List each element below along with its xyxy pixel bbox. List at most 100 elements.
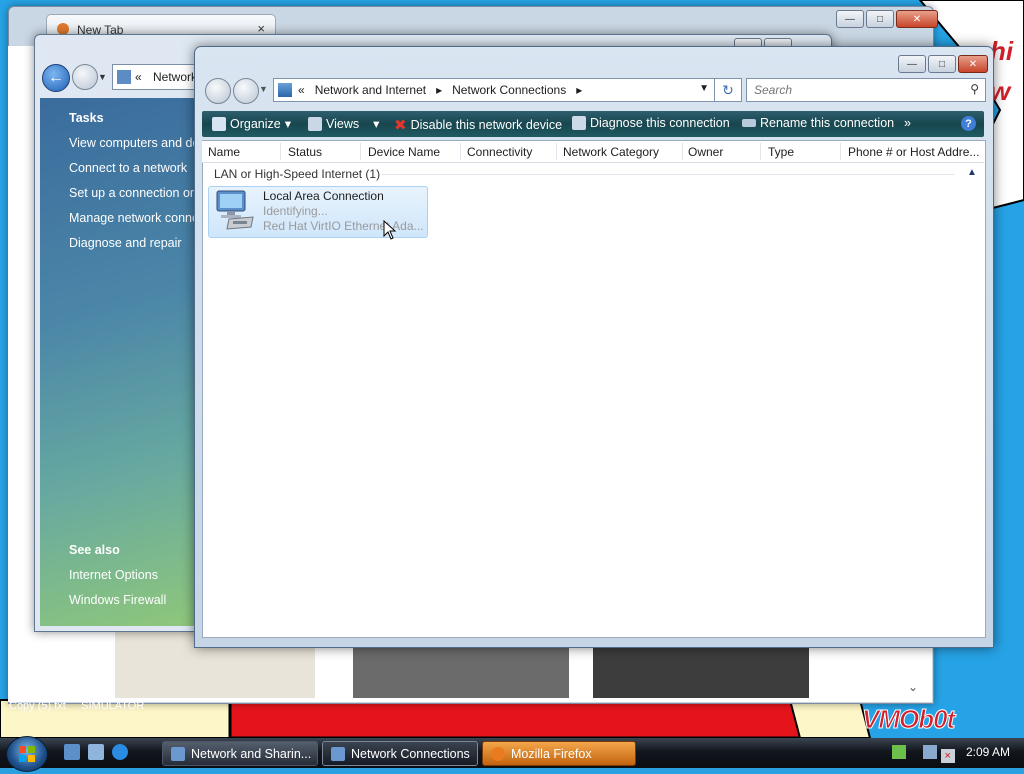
task-manage-connections[interactable]: Manage network conne [69, 211, 199, 225]
windows-logo-icon [19, 746, 35, 762]
column-header-status[interactable]: Status [288, 145, 322, 159]
close-button[interactable]: ✕ [896, 10, 938, 28]
close-button[interactable]: ✕ [958, 55, 988, 73]
link-windows-firewall[interactable]: Windows Firewall [69, 593, 166, 607]
column-header-phone-host[interactable]: Phone # or Host Addre... [848, 145, 979, 159]
collapse-chevron-icon[interactable]: ▲ [967, 167, 977, 178]
column-divider[interactable] [760, 143, 761, 160]
disable-label: Disable this network device [410, 118, 563, 132]
search-box[interactable]: ⚲ [746, 78, 986, 102]
chevron-down-icon: ▾ [284, 117, 292, 131]
breadcrumb-network-internet[interactable]: Network and Internet [315, 83, 426, 97]
maximize-button[interactable]: □ [928, 55, 956, 73]
disable-device-button[interactable]: ✖ Disable this network device [394, 116, 562, 134]
search-icon[interactable]: ⚲ [970, 82, 979, 96]
taskbar-button-firefox[interactable]: Mozilla Firefox [482, 741, 636, 766]
minimize-button[interactable]: — [836, 10, 864, 28]
column-divider[interactable] [556, 143, 557, 160]
more-commands-button[interactable]: » [904, 116, 911, 130]
breadcrumb-network-connections[interactable]: Network Connections [452, 83, 566, 97]
firefox-caption-buttons: — □ ✕ [836, 10, 938, 28]
chevron-down-icon: ▾ [373, 117, 380, 131]
internet-explorer-icon[interactable] [112, 744, 128, 760]
desktop-file-labels[interactable]: Copy (5).txt SIMULATOR [9, 700, 144, 712]
back-button[interactable] [205, 78, 231, 104]
show-desktop-icon[interactable] [64, 744, 80, 760]
column-divider[interactable] [460, 143, 461, 160]
breadcrumb-separator-icon[interactable]: ▸ [570, 83, 582, 97]
group-header[interactable]: LAN or High-Speed Internet (1) [214, 167, 380, 181]
breadcrumb-overflow-icon[interactable]: « [298, 83, 311, 97]
address-bar[interactable]: « Network and Internet ▸ Network Connect… [273, 78, 715, 102]
group-divider [382, 174, 954, 175]
column-header-owner[interactable]: Owner [688, 145, 723, 159]
link-internet-options[interactable]: Internet Options [69, 568, 158, 582]
organize-button[interactable]: Organize ▾ [212, 116, 291, 131]
nc-caption-buttons: — □ ✕ [898, 55, 988, 73]
task-view-computers[interactable]: View computers and de [69, 136, 199, 150]
rename-icon [742, 119, 756, 127]
volume-muted-icon[interactable]: × [940, 749, 955, 763]
tasks-heading: Tasks [69, 111, 104, 125]
recent-pages-dropdown-icon[interactable]: ▼ [259, 84, 268, 94]
address-dropdown-icon[interactable]: ▼ [699, 83, 709, 94]
nsc-task-pane: Tasks View computers and de Connect to a… [40, 98, 205, 626]
network-tray-icon[interactable] [923, 745, 938, 759]
refresh-icon[interactable]: ↻ [714, 78, 742, 102]
command-bar: Organize ▾ Views ▾ ✖ Disable this networ… [202, 111, 984, 137]
diagnose-icon [572, 116, 586, 130]
start-button[interactable] [6, 736, 48, 772]
taskbar-button-network-connections[interactable]: Network Connections [322, 741, 478, 766]
maximize-button[interactable]: □ [866, 10, 894, 28]
desktop-simulator-label[interactable]: SIMULATOR [81, 700, 144, 712]
taskbar-button-network-sharing[interactable]: Network and Sharin... [162, 741, 318, 766]
column-headers: Name Status Device Name Connectivity Net… [202, 141, 984, 163]
taskbar-button-label: Network and Sharin... [191, 746, 312, 761]
rename-connection-button[interactable]: Rename this connection [742, 116, 894, 130]
task-connect-to-network[interactable]: Connect to a network [69, 161, 187, 175]
diagnose-connection-button[interactable]: Diagnose this connection [572, 116, 730, 130]
organize-icon [212, 116, 226, 131]
taskbar-button-label: Network Connections [351, 746, 470, 761]
column-header-device-name[interactable]: Device Name [368, 145, 440, 159]
back-arrow-icon[interactable]: ← [42, 64, 70, 92]
disable-x-icon: ✖ [394, 117, 407, 134]
task-diagnose-repair[interactable]: Diagnose and repair [69, 236, 182, 250]
network-folder-icon [278, 83, 292, 97]
forward-arrow-icon[interactable] [72, 64, 98, 90]
connection-name: Local Area Connection [263, 189, 384, 203]
scroll-down-arrow-icon[interactable]: ⌄ [908, 680, 924, 696]
column-divider[interactable] [360, 143, 361, 160]
minimize-button[interactable]: — [898, 55, 926, 73]
breadcrumb-chevron: « [135, 70, 142, 84]
nsc-address-text: Network [153, 70, 198, 84]
firefox-icon [491, 746, 505, 761]
tray-app-icon[interactable] [892, 745, 906, 759]
column-divider[interactable] [682, 143, 683, 160]
nav-history-dropdown-icon[interactable]: ▼ [98, 72, 107, 82]
taskbar-button-label: Mozilla Firefox [511, 746, 592, 761]
desktop-file-label[interactable]: Copy (5).txt [9, 700, 66, 712]
breadcrumb-separator-icon[interactable]: ▸ [429, 83, 448, 97]
task-set-up-connection[interactable]: Set up a connection or n [69, 186, 205, 200]
column-divider[interactable] [280, 143, 281, 160]
forward-button[interactable] [233, 78, 259, 104]
search-input[interactable] [752, 82, 956, 98]
network-icon [171, 746, 185, 761]
switch-windows-icon[interactable] [88, 744, 104, 760]
network-folder-icon [117, 70, 131, 84]
column-header-connectivity[interactable]: Connectivity [467, 145, 532, 159]
rename-label: Rename this connection [760, 116, 895, 130]
views-button[interactable]: Views ▾ [308, 116, 379, 131]
taskbar-clock[interactable]: 2:09 AM [966, 745, 1010, 759]
views-icon [308, 116, 322, 131]
column-divider[interactable] [840, 143, 841, 160]
organize-label: Organize [230, 116, 281, 131]
connection-adapter: Red Hat VirtIO Ethernet Ada... [263, 219, 424, 233]
views-label: Views [326, 116, 360, 131]
column-header-type[interactable]: Type [768, 145, 794, 159]
column-header-name[interactable]: Name [208, 145, 240, 159]
column-header-network-category[interactable]: Network Category [563, 145, 659, 159]
mouse-cursor-icon [383, 220, 397, 240]
help-icon[interactable]: ? [961, 116, 976, 131]
